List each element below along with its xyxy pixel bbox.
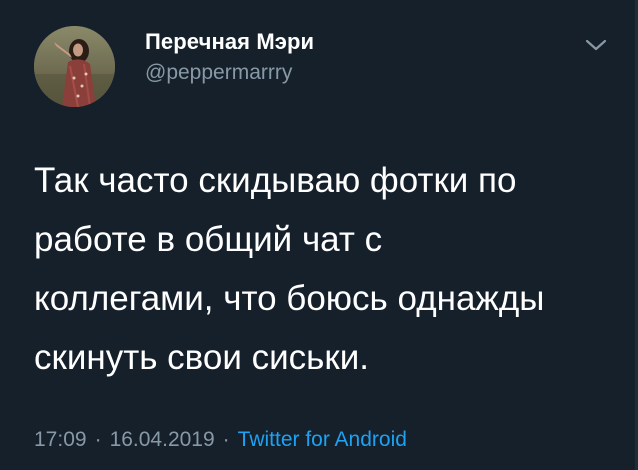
tweet-card: Перечная Мэри @peppermarrry Так часто ск…: [0, 0, 638, 470]
tweet-source-link[interactable]: Twitter for Android: [238, 428, 407, 451]
meta-separator: ·: [94, 428, 102, 451]
author-display-name[interactable]: Перечная Мэри: [145, 29, 314, 55]
chevron-down-icon[interactable]: [583, 35, 609, 55]
meta-separator: ·: [222, 428, 230, 451]
tweet-text-line: Так часто скидываю фотки по: [34, 161, 517, 200]
tweet-meta: 17:09 · 16.04.2019 · Twitter for Android: [34, 428, 407, 452]
avatar-photo: [34, 26, 115, 107]
tweet-date[interactable]: 16.04.2019: [110, 428, 215, 451]
avatar[interactable]: [34, 26, 115, 107]
tweet-text-line: коллегами, что боюсь однажды: [34, 279, 545, 318]
tweet-text-line: работе в общий чат с: [34, 220, 383, 259]
tweet-time[interactable]: 17:09: [34, 428, 87, 451]
author-handle[interactable]: @peppermarrry: [145, 61, 292, 85]
tweet-text: Так часто скидываю фотки по работе в общ…: [34, 151, 624, 387]
tweet-text-line: скинуть свои сиськи.: [34, 338, 369, 377]
